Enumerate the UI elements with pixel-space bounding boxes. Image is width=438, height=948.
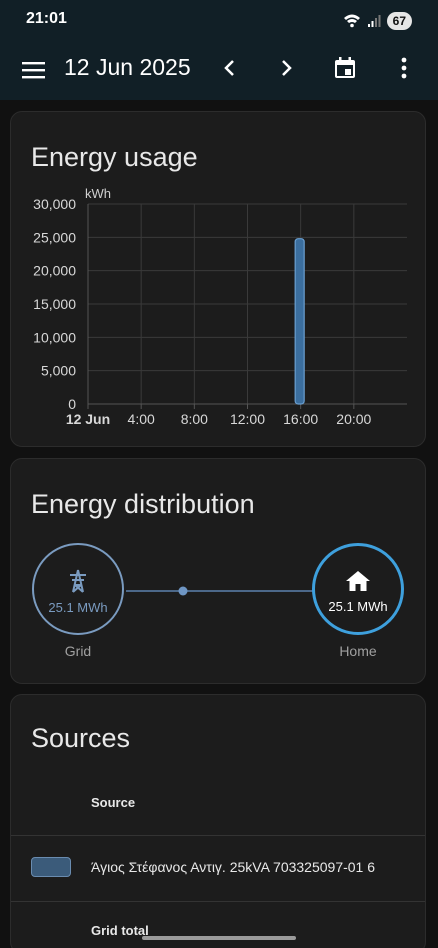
energy-distribution-card: Energy distribution 25.1 MWh Grid 25.1 M…: [10, 458, 426, 684]
divider: [11, 901, 425, 902]
more-options-icon[interactable]: [390, 52, 418, 84]
status-time: 21:01: [26, 10, 67, 27]
x-tick-label: 12:00: [230, 411, 265, 427]
source-color-swatch: [31, 857, 71, 877]
home-icon: [315, 570, 401, 592]
grid-label: Grid: [64, 643, 92, 659]
flow-dot: [178, 586, 188, 596]
y-tick-label: 15,000: [33, 296, 76, 312]
y-tick-label: 25,000: [33, 229, 76, 245]
calendar-icon[interactable]: [329, 52, 361, 84]
y-tick-label: 5,000: [41, 363, 76, 379]
grid-value: 25.1 MWh: [48, 600, 108, 615]
energy-usage-chart: kWh30,00025,00020,00015,00010,0005,00001…: [33, 186, 407, 427]
menu-icon[interactable]: [18, 55, 50, 85]
home-label: Home: [339, 643, 377, 659]
grid-total-label: Grid total: [91, 923, 149, 938]
app-screen: 21:01 67 12 Jun 2025 Energy usage kWh 30…: [0, 0, 438, 948]
grid-node[interactable]: 25.1 MWh: [32, 543, 124, 635]
usage-bar: [294, 238, 305, 405]
energy-usage-card: Energy usage kWh 30,000 25,000 20,000 15,000…: [10, 111, 426, 447]
x-tick-label: 20:00: [336, 411, 371, 427]
y-tick-label: 20,000: [33, 263, 76, 279]
x-tick-label: 16:00: [283, 411, 318, 427]
battery-indicator: 67: [386, 12, 412, 30]
home-value: 25.1 MWh: [328, 599, 388, 614]
home-node[interactable]: 25.1 MWh: [312, 543, 404, 635]
x-tick-label: 8:00: [181, 411, 208, 427]
status-bar: 21:01 67: [0, 0, 438, 40]
transmission-tower-icon: [34, 569, 122, 593]
y-tick-label: 10,000: [33, 329, 76, 345]
divider: [11, 835, 425, 836]
source-name: Άγιος Στέφανος Αντιγ. 25kVA 703325097-01…: [91, 859, 376, 875]
app-bar: 12 Jun 2025: [0, 40, 438, 100]
date-title[interactable]: 12 Jun 2025: [64, 54, 191, 81]
x-tick-label: 12 Jun: [66, 411, 110, 427]
y-tick-label: 0: [68, 396, 76, 412]
sources-title: Sources: [31, 723, 131, 753]
signal-icon: [367, 15, 381, 27]
wifi-icon: [343, 14, 360, 28]
chevron-right-icon[interactable]: [272, 53, 302, 83]
y-tick-label: 30,000: [33, 196, 76, 212]
source-column-header[interactable]: Source: [91, 795, 135, 810]
y-axis-unit-label: kWh: [85, 186, 111, 201]
chevron-left-icon[interactable]: [214, 53, 244, 83]
sources-card: Sources Source Άγιος Στέφανος Αντιγ. 25k…: [10, 694, 426, 948]
gesture-nav-handle[interactable]: [142, 936, 296, 940]
x-tick-label: 4:00: [128, 411, 155, 427]
status-icons: 67: [343, 11, 412, 31]
